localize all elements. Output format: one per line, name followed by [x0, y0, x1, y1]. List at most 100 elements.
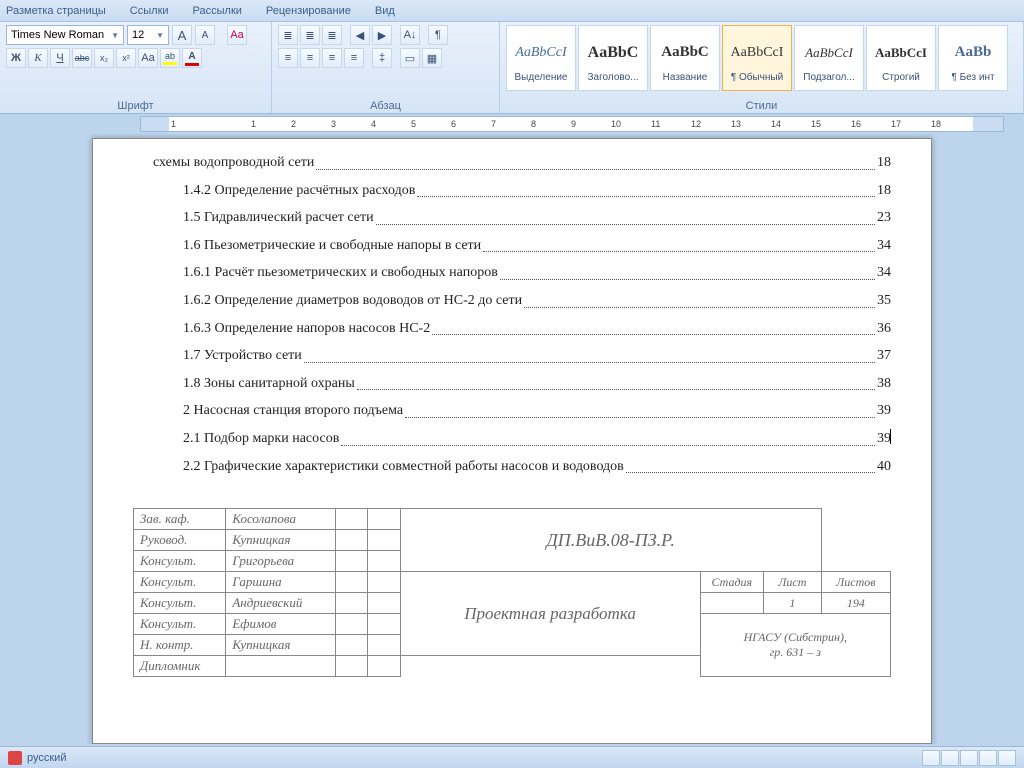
toc-line: 1.8 Зоны санитарной охраны38 [133, 374, 891, 394]
font-family-value: Times New Roman [11, 29, 104, 41]
tb-sign [335, 509, 367, 530]
tb-name: Купницкая [226, 530, 336, 551]
tb-role: Руковод. [134, 530, 226, 551]
font-color-button[interactable]: A [182, 48, 202, 68]
tb-name: Косолапова [226, 509, 336, 530]
toc-text: схемы водопроводной сети [153, 153, 314, 173]
menu-references[interactable]: Ссылки [130, 5, 169, 17]
view-print-layout-button[interactable] [922, 750, 940, 766]
toc-page: 18 [877, 181, 891, 201]
status-bar: русский [0, 746, 1024, 768]
font-size-combo[interactable]: 12 ▼ [127, 25, 169, 45]
style-item-6[interactable]: AaBb¶ Без инт [938, 25, 1008, 91]
show-marks-button[interactable]: ¶ [428, 25, 448, 45]
grow-font-button[interactable]: A [172, 25, 192, 45]
view-buttons [922, 750, 1016, 766]
view-full-screen-button[interactable] [941, 750, 959, 766]
toc-line: 2.2 Графические характеристики совместно… [133, 457, 891, 477]
style-label: Подзагол... [797, 72, 861, 83]
superscript-button[interactable]: x² [116, 48, 136, 68]
toc-leader [316, 153, 875, 170]
style-item-4[interactable]: AaBbCcIПодзагол... [794, 25, 864, 91]
bold-button[interactable]: Ж [6, 48, 26, 68]
toc-leader [405, 401, 875, 418]
tb-h-sheet: Лист [764, 572, 822, 593]
style-label: ¶ Без инт [941, 72, 1005, 83]
strikethrough-button[interactable]: abc [72, 48, 92, 68]
ribbon: Times New Roman▼ 12▼ A A Aa Ж К Ч abc x₂… [0, 22, 1024, 114]
change-case-button[interactable]: Aa [138, 48, 158, 68]
style-label: Выделение [509, 72, 573, 83]
style-preview: AaBbCcI [875, 34, 927, 72]
toc-leader [357, 374, 875, 391]
style-preview: AaBbCcI [731, 34, 784, 72]
align-right-button[interactable]: ≡ [322, 48, 342, 68]
numbering-button[interactable]: ≣ [300, 25, 320, 45]
menu-review[interactable]: Рецензирование [266, 5, 351, 17]
ruler-tick: 5 [411, 119, 416, 129]
font-size-value: 12 [132, 29, 144, 41]
toc-page: 34 [877, 263, 891, 283]
increase-indent-button[interactable]: ▶ [372, 25, 392, 45]
font-group-label: Шрифт [6, 99, 265, 113]
align-justify-button[interactable]: ≡ [344, 48, 364, 68]
ruler-tick: 7 [491, 119, 496, 129]
toc-page: 34 [877, 236, 891, 256]
menu-mailings[interactable]: Рассылки [193, 5, 242, 17]
ruler-tick: 10 [611, 119, 621, 129]
toc-line: 1.7 Устройство сети37 [133, 346, 891, 366]
tb-role: Консульт. [134, 551, 226, 572]
toc-line: 1.6.3 Определение напоров насосов НС-236 [133, 319, 891, 339]
ruler-tick: 1 [171, 119, 176, 129]
style-item-1[interactable]: AaBbCЗаголово... [578, 25, 648, 91]
tb-role: Консульт. [134, 572, 226, 593]
italic-button[interactable]: К [28, 48, 48, 68]
style-item-2[interactable]: AaBbCНазвание [650, 25, 720, 91]
clear-formatting-button[interactable]: Aa [227, 25, 247, 45]
document-area: схемы водопроводной сети 18 1.4.2 Определ… [0, 134, 1024, 744]
underline-button[interactable]: Ч [50, 48, 70, 68]
style-item-5[interactable]: AaBbCcIСтрогий [866, 25, 936, 91]
style-item-0[interactable]: AaBbCcIВыделение [506, 25, 576, 91]
style-item-3[interactable]: AaBbCcI¶ Обычный [722, 25, 792, 91]
toc-text: 1.4.2 Определение расчётных расходов [183, 181, 415, 201]
multilevel-button[interactable]: ≣ [322, 25, 342, 45]
menu-view[interactable]: Вид [375, 5, 395, 17]
shading-button[interactable]: ▭ [400, 48, 420, 68]
dropdown-icon: ▼ [152, 31, 164, 40]
dropdown-icon: ▼ [107, 31, 119, 40]
sort-button[interactable]: A↓ [400, 25, 420, 45]
shrink-font-button[interactable]: A [195, 25, 215, 45]
text-cursor [890, 429, 891, 444]
ruler-area: 1123456789101112131415161718 [0, 114, 1024, 134]
view-web-layout-button[interactable] [960, 750, 978, 766]
subscript-button[interactable]: x₂ [94, 48, 114, 68]
toc-leader [524, 291, 875, 308]
page[interactable]: схемы водопроводной сети 18 1.4.2 Определ… [92, 138, 932, 744]
ribbon-group-font: Times New Roman▼ 12▼ A A Aa Ж К Ч abc x₂… [0, 22, 272, 113]
ruler-tick: 9 [571, 119, 576, 129]
line-spacing-button[interactable]: ‡ [372, 48, 392, 68]
view-outline-button[interactable] [979, 750, 997, 766]
style-preview: AaBbCcI [805, 34, 853, 72]
toc-text: 1.5 Гидравлический расчет сети [183, 208, 374, 228]
font-family-combo[interactable]: Times New Roman▼ [6, 25, 124, 45]
language-label[interactable]: русский [27, 752, 66, 764]
bullets-button[interactable]: ≣ [278, 25, 298, 45]
ruler-tick: 18 [931, 119, 941, 129]
borders-button[interactable]: ▦ [422, 48, 442, 68]
toc-text: 1.7 Устройство сети [183, 346, 302, 366]
toc-page: 35 [877, 291, 891, 311]
toc-line: 1.6.1 Расчёт пьезометрических и свободны… [133, 263, 891, 283]
tb-v-sheet: 1 [764, 593, 822, 614]
align-left-button[interactable]: ≡ [278, 48, 298, 68]
align-center-button[interactable]: ≡ [300, 48, 320, 68]
toc-leader [417, 181, 875, 198]
view-draft-button[interactable] [998, 750, 1016, 766]
highlight-button[interactable]: ab [160, 48, 180, 68]
horizontal-ruler[interactable]: 1123456789101112131415161718 [140, 116, 1004, 132]
toc-leader [483, 236, 875, 253]
ruler-tick: 13 [731, 119, 741, 129]
menu-page-layout[interactable]: Разметка страницы [6, 5, 106, 17]
decrease-indent-button[interactable]: ◀ [350, 25, 370, 45]
